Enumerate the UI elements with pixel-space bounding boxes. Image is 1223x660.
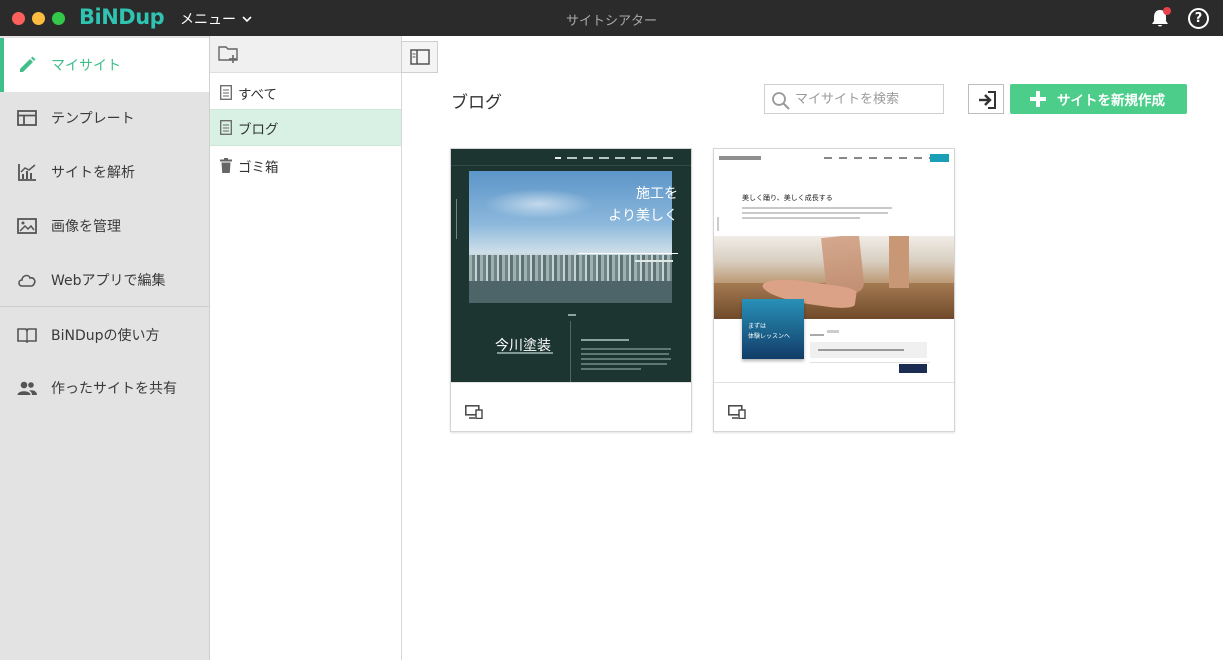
sidebar-item-share[interactable]: 作ったサイトを共有: [0, 361, 209, 415]
sidebar-item-templates[interactable]: テンプレート: [0, 91, 209, 145]
folder-item-label: ブログ: [238, 121, 279, 138]
sidebar-item-how-to[interactable]: BiNDupの使い方: [0, 308, 209, 362]
sidebar-item-label: マイサイト: [51, 58, 121, 74]
desktop-mobile-icon: [728, 405, 746, 419]
document-icon: [220, 85, 232, 100]
sidebar-item-my-sites[interactable]: マイサイト: [0, 38, 209, 92]
sidebar-item-analytics[interactable]: サイトを解析: [0, 145, 209, 199]
sidebar-item-label: サイトを解析: [51, 165, 135, 181]
search-box: [764, 84, 944, 114]
sidebar-divider: [0, 306, 209, 307]
app-logo: BiNDup: [79, 5, 165, 29]
image-icon: [17, 218, 37, 234]
help-icon[interactable]: ?: [1188, 8, 1209, 29]
minimize-window-button[interactable]: [32, 12, 45, 25]
sidebar-toggle-icon: [410, 49, 430, 65]
notification-badge: [1163, 7, 1171, 15]
zoom-window-button[interactable]: [52, 12, 65, 25]
thumb-cta-box: まずは 体験レッスンへ: [742, 299, 804, 359]
sidebar: マイサイト テンプレート サイトを解析 画像を管理 Webアプリで編集 BiND…: [0, 36, 210, 660]
folder-toolbar: [210, 36, 401, 73]
thumb-headline: 美しく踊り、美しく成長する: [742, 194, 833, 202]
site-card[interactable]: 施工を より美しく 今川塗装: [450, 148, 692, 432]
search-input[interactable]: [795, 88, 940, 110]
sidebar-item-images[interactable]: 画像を管理: [0, 199, 209, 253]
trash-icon: [220, 158, 232, 173]
menu-dropdown[interactable]: メニュー: [180, 9, 252, 29]
thumb-hero-text: 施工を より美しく: [608, 186, 678, 224]
sidebar-item-label: テンプレート: [51, 111, 135, 127]
site-thumbnail: 施工を より美しく 今川塗装: [451, 149, 691, 383]
folder-item-label: すべて: [238, 86, 278, 103]
toggle-panel-button[interactable]: [401, 41, 438, 73]
pencil-icon: [20, 56, 36, 72]
new-site-button[interactable]: サイトを新規作成: [1010, 84, 1187, 114]
sidebar-item-label: Webアプリで編集: [51, 273, 166, 289]
thumb-nav: [555, 157, 673, 159]
sidebar-item-web-app[interactable]: Webアプリで編集: [0, 253, 209, 307]
sidebar-item-label: 画像を管理: [51, 219, 121, 235]
new-site-label: サイトを新規作成: [1057, 93, 1165, 109]
site-thumbnail: 美しく踊り、美しく成長する まずは 体験レッスンへ: [714, 149, 954, 383]
folder-item-blog[interactable]: ブログ: [210, 109, 401, 146]
folder-panel: すべて ブログ ゴミ箱: [210, 36, 402, 660]
folder-item-all[interactable]: すべて: [210, 74, 401, 111]
sidebar-item-label: 作ったサイトを共有: [51, 381, 177, 397]
cloud-icon: [18, 274, 36, 287]
sidebar-item-label: BiNDupの使い方: [51, 328, 160, 344]
chevron-down-icon: [242, 16, 252, 23]
menu-label: メニュー: [180, 12, 236, 28]
template-icon: [17, 110, 37, 126]
folder-item-label: ゴミ箱: [238, 159, 279, 176]
folder-item-trash[interactable]: ゴミ箱: [210, 147, 401, 184]
page-title: ブログ: [451, 93, 502, 113]
site-card[interactable]: 美しく踊り、美しく成長する まずは 体験レッスンへ: [713, 148, 955, 432]
desktop-mobile-icon: [465, 405, 483, 419]
plus-icon: [1030, 91, 1046, 107]
close-window-button[interactable]: [12, 12, 25, 25]
import-icon: [979, 91, 996, 109]
document-icon: [220, 120, 232, 135]
book-icon: [17, 328, 37, 344]
add-folder-icon[interactable]: [218, 44, 240, 64]
title-bar: BiNDup メニュー サイトシアター ?: [0, 0, 1223, 36]
import-button[interactable]: [968, 84, 1004, 114]
search-icon: [772, 92, 790, 110]
chart-icon: [18, 164, 36, 181]
people-icon: [17, 381, 37, 395]
